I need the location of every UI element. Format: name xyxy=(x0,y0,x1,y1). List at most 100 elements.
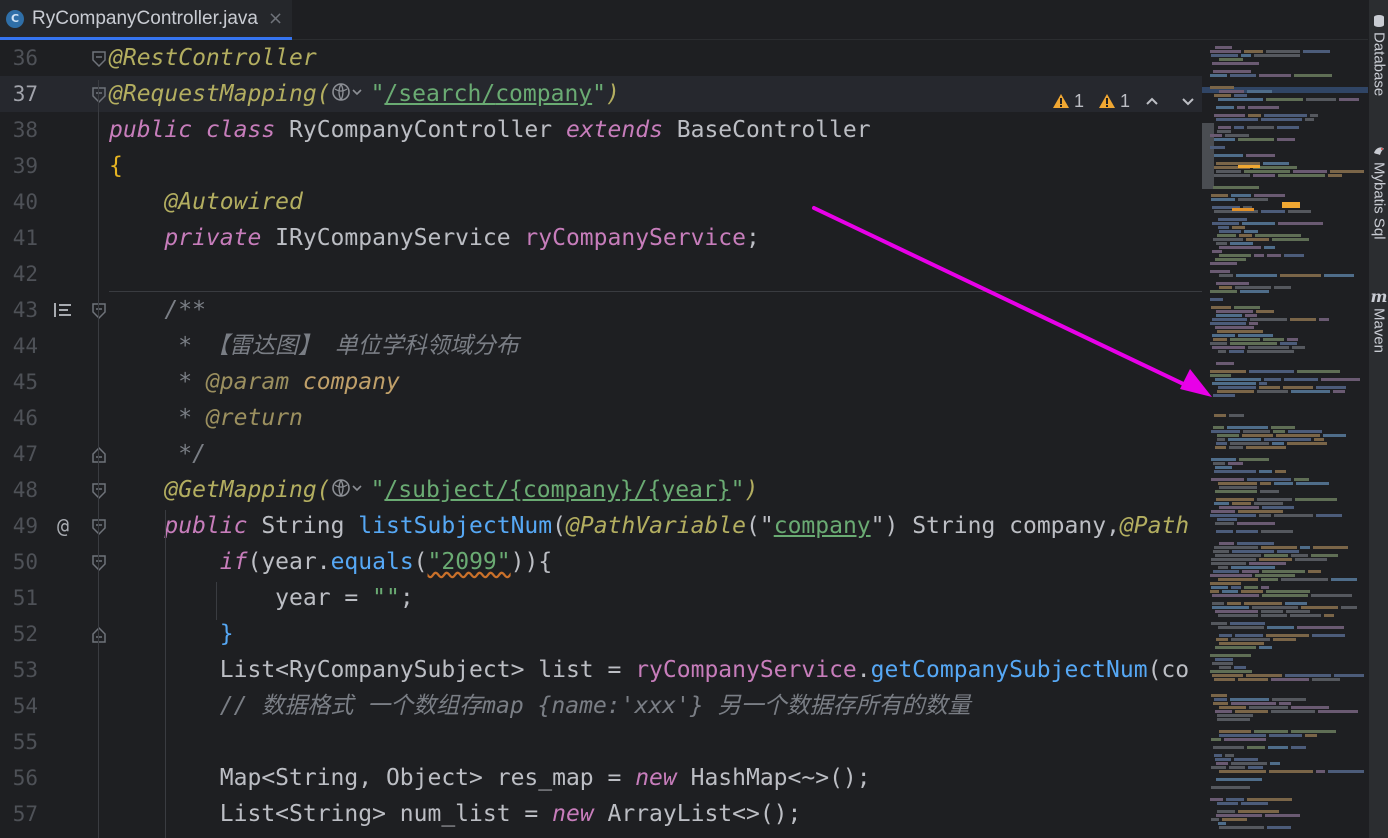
fold-collapse-icon[interactable] xyxy=(91,555,107,571)
chevron-down-icon[interactable] xyxy=(1180,93,1196,109)
minimap-line xyxy=(1216,530,1233,533)
minimap-line xyxy=(1218,98,1263,101)
minimap-line xyxy=(1211,738,1221,741)
scrollbar-thumb[interactable] xyxy=(1202,123,1214,189)
minimap-line xyxy=(1266,634,1309,637)
tool-maven[interactable]: m Maven xyxy=(1369,289,1388,354)
code-line[interactable]: 37 @RequestMapping("/search/company") xyxy=(0,76,1202,112)
code-token: @Autowired xyxy=(164,189,303,215)
minimap-line xyxy=(1330,170,1364,173)
minimap-line xyxy=(1254,254,1264,257)
code-line[interactable]: 39 { xyxy=(0,148,1202,184)
code-line[interactable]: 42 xyxy=(0,256,1202,292)
line-number: 44 xyxy=(12,334,38,358)
line-number: 53 xyxy=(12,658,38,682)
minimap-line xyxy=(1210,590,1219,593)
code-line[interactable]: 52 } xyxy=(0,616,1202,652)
code-line[interactable]: 55 xyxy=(0,724,1202,760)
code-token: equals xyxy=(330,549,414,575)
minimap-line xyxy=(1261,210,1285,213)
code-line[interactable]: 49 @ public String listSubjectNum(@PathVa… xyxy=(0,508,1202,544)
code-token: RyCompanyController xyxy=(289,117,566,143)
minimap-line xyxy=(1227,426,1268,429)
code-token: ) xyxy=(744,477,759,503)
minimap-line xyxy=(1271,426,1295,429)
tool-mybatis-sql[interactable]: Mybatis Sql xyxy=(1369,144,1388,240)
inspection-widget[interactable]: 1 1 xyxy=(1052,88,1196,114)
minimap-line xyxy=(1219,286,1232,289)
minimap-line xyxy=(1210,290,1237,293)
close-icon[interactable]: × xyxy=(268,8,283,29)
minimap-line xyxy=(1283,386,1313,389)
minimap-line xyxy=(1256,310,1274,313)
code-line[interactable]: 51 year = ""; xyxy=(0,580,1202,616)
code-minimap[interactable] xyxy=(1202,40,1368,838)
code-line[interactable]: 44 * 【雷达图】 单位学科领域分布 xyxy=(0,328,1202,364)
endpoint-gutter-marker[interactable]: @ xyxy=(52,508,74,544)
minimap-line xyxy=(1211,622,1227,625)
web-url-globe-icon[interactable] xyxy=(331,475,371,499)
file-tab[interactable]: C RyCompanyController.java × xyxy=(0,0,292,40)
code-line[interactable]: 47 */ xyxy=(0,436,1202,472)
weak-warning-counter[interactable]: 1 xyxy=(1098,91,1130,112)
minimap-line xyxy=(1214,114,1245,117)
code-token: List<RyCompanySubject> list = xyxy=(219,657,636,683)
code-text: * @return xyxy=(109,400,303,436)
chevron-up-icon[interactable] xyxy=(1144,93,1160,109)
code-editor[interactable]: 36 @RestController 37 @RequestMapping("/sea… xyxy=(0,40,1202,838)
code-text: */ xyxy=(109,436,206,472)
fold-collapse-icon[interactable] xyxy=(91,87,107,103)
minimap-line xyxy=(1213,238,1243,241)
code-line[interactable]: 57 List<String> num_list = new ArrayList… xyxy=(0,796,1202,832)
code-line[interactable]: 48 @GetMapping("/subject/{company}/{year… xyxy=(0,472,1202,508)
line-number: 43 xyxy=(12,298,38,322)
minimap-line xyxy=(1214,414,1226,417)
code-line[interactable]: 46 * @return xyxy=(0,400,1202,436)
tool-database[interactable]: Database xyxy=(1369,14,1388,96)
fold-collapse-icon[interactable] xyxy=(91,483,107,499)
code-line[interactable]: 53 List<RyCompanySubject> list = ryCompa… xyxy=(0,652,1202,688)
code-token: String xyxy=(261,513,359,539)
minimap-line xyxy=(1217,390,1254,393)
code-line[interactable]: 45 * @param company xyxy=(0,364,1202,400)
fold-collapse-icon[interactable] xyxy=(91,51,107,67)
code-token: @return xyxy=(205,405,303,431)
code-line[interactable]: 36 @RestController xyxy=(0,40,1202,76)
minimap-line xyxy=(1267,826,1291,829)
fold-collapse-icon[interactable] xyxy=(91,303,107,319)
minimap-line xyxy=(1210,342,1227,345)
code-line[interactable]: 38 public class RyCompanyController exten… xyxy=(0,112,1202,148)
minimap-line xyxy=(1285,674,1331,677)
code-line[interactable]: 41 private IRyCompanyService ryCompanySe… xyxy=(0,220,1202,256)
minimap-line xyxy=(1260,490,1279,493)
fold-guide xyxy=(98,80,99,838)
code-token: String xyxy=(912,513,1010,539)
fold-end-icon[interactable] xyxy=(91,447,107,463)
minimap-line xyxy=(1231,194,1251,197)
minimap-line xyxy=(1339,98,1359,101)
minimap-line xyxy=(1262,506,1294,509)
code-line[interactable]: 40 @Autowired xyxy=(0,184,1202,220)
fold-end-icon[interactable] xyxy=(91,627,107,643)
code-line[interactable]: 50 if(year.equals("2099")){ xyxy=(0,544,1202,580)
web-url-globe-icon[interactable] xyxy=(331,79,371,103)
code-line[interactable]: 43 /** xyxy=(0,292,1202,328)
code-line[interactable]: 54 // 数据格式 一个数组存map {name:'xxx'} 另一个数据存所… xyxy=(0,688,1202,724)
code-text: /** xyxy=(109,292,206,328)
minimap-line xyxy=(1242,570,1259,573)
minimap-line xyxy=(1214,470,1256,473)
minimap-line xyxy=(1229,414,1244,417)
render-doc-icon[interactable] xyxy=(52,292,74,330)
warning-counter[interactable]: 1 xyxy=(1052,91,1084,112)
minimap-line xyxy=(1215,610,1258,613)
minimap-line xyxy=(1231,702,1276,705)
code-line[interactable]: 56 Map<String, Object> res_map = new Has… xyxy=(0,760,1202,796)
code-token: <~> xyxy=(787,765,830,791)
line-number: 36 xyxy=(12,46,38,70)
minimap-line xyxy=(1264,114,1307,117)
minimap-line xyxy=(1316,514,1342,517)
fold-collapse-icon[interactable] xyxy=(91,519,107,535)
minimap-line xyxy=(1211,194,1228,197)
